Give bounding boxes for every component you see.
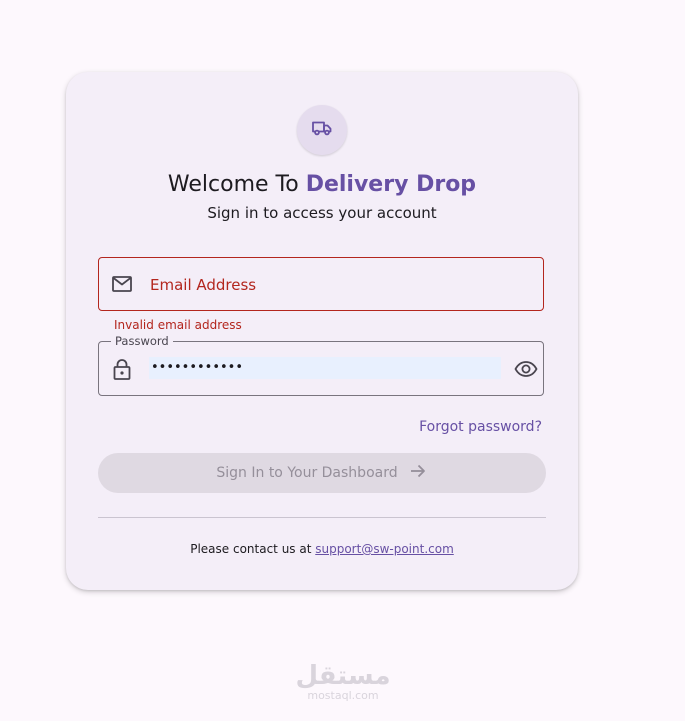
forgot-password-link[interactable]: Forgot password?	[419, 418, 542, 436]
arrow-right-icon	[408, 461, 428, 485]
password-field[interactable]: Password ••••••••••••	[98, 333, 544, 396]
password-label: Password	[111, 333, 173, 349]
title-prefix: Welcome To	[167, 172, 306, 197]
divider	[98, 517, 546, 518]
watermark: مستقل mostaql.com	[295, 662, 391, 702]
lock-icon	[112, 357, 132, 385]
brand-name: Delivery Drop	[305, 172, 477, 197]
password-input[interactable]: ••••••••••••	[149, 357, 501, 379]
email-placeholder: Email Address	[150, 276, 257, 294]
login-card: Welcome To Delivery Drop Sign in to acce…	[66, 72, 578, 590]
sign-in-button-label: Sign In to Your Dashboard	[216, 465, 398, 481]
eye-icon[interactable]	[514, 357, 538, 385]
contact-text: Please contact us at support@sw-point.co…	[66, 541, 578, 557]
watermark-latin: mostaql.com	[307, 689, 379, 702]
truck-icon	[310, 116, 334, 144]
sign-in-button[interactable]: Sign In to Your Dashboard	[98, 453, 546, 493]
support-email-link[interactable]: support@sw-point.com	[315, 542, 454, 556]
email-field[interactable]: Email Address	[98, 257, 544, 311]
page-title: Welcome To Delivery Drop	[66, 171, 578, 199]
mail-icon	[111, 274, 133, 298]
logo-badge	[297, 105, 347, 155]
email-error-message: Invalid email address	[114, 318, 242, 332]
contact-prefix: Please contact us at	[190, 542, 316, 556]
watermark-arabic: مستقل	[295, 661, 391, 691]
page-subtitle: Sign in to access your account	[207, 204, 437, 222]
